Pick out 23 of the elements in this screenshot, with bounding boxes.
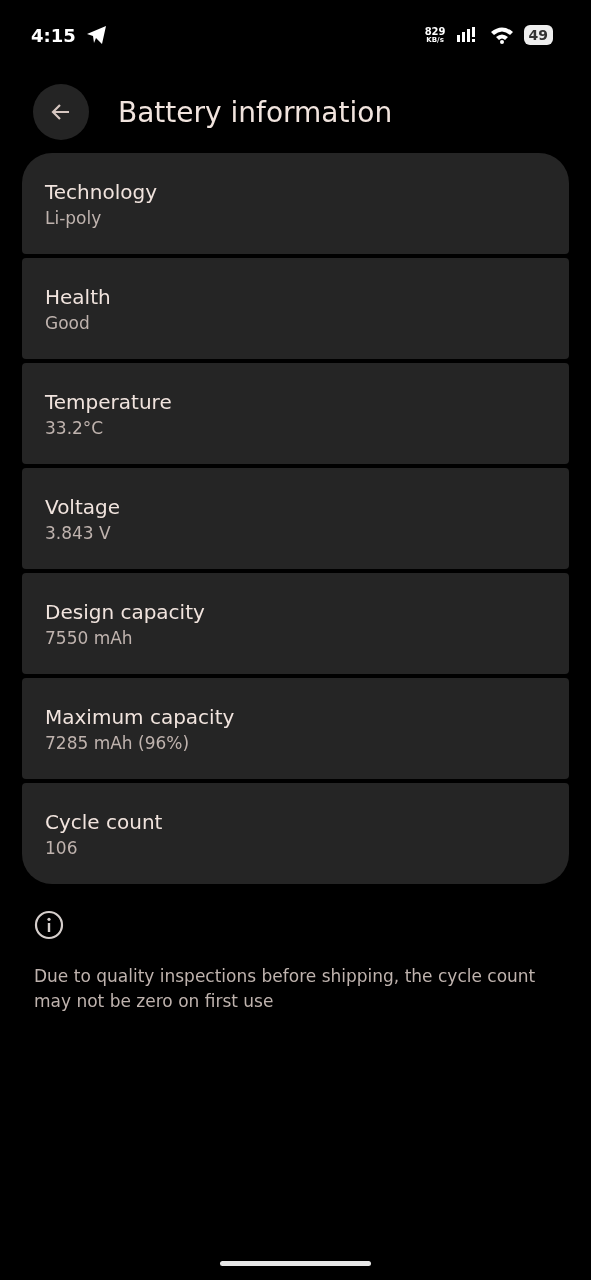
network-speed: 829 [424, 26, 446, 37]
item-value: 106 [45, 837, 79, 858]
battery-level: 49 [528, 27, 548, 43]
item-title: Cycle count [45, 809, 164, 834]
info-icon [34, 910, 64, 940]
footnote: Due to quality inspections before shipping, the cycle count may not be zero on first use [34, 965, 537, 1013]
item-title: Technology [45, 179, 159, 204]
item-value: 3.843 V [45, 522, 112, 543]
item-value: 33.2°C [45, 417, 105, 438]
wifi-icon [489, 26, 514, 44]
item-title: Health [45, 284, 112, 309]
paper-plane-icon [85, 25, 108, 45]
back-button[interactable] [33, 84, 89, 140]
item-value: Li-poly [45, 207, 103, 228]
clock: 4:15 [31, 24, 76, 46]
item-title: Temperature [45, 389, 173, 414]
item-value: 7285 mAh (96%) [45, 732, 191, 753]
item-title: Design capacity [45, 599, 206, 624]
item-title: Maximum capacity [45, 704, 236, 729]
page-title: Battery information [118, 95, 393, 129]
item-value: Good [45, 312, 91, 333]
item-value: 7550 mAh [45, 627, 134, 648]
item-title: Voltage [45, 494, 122, 519]
